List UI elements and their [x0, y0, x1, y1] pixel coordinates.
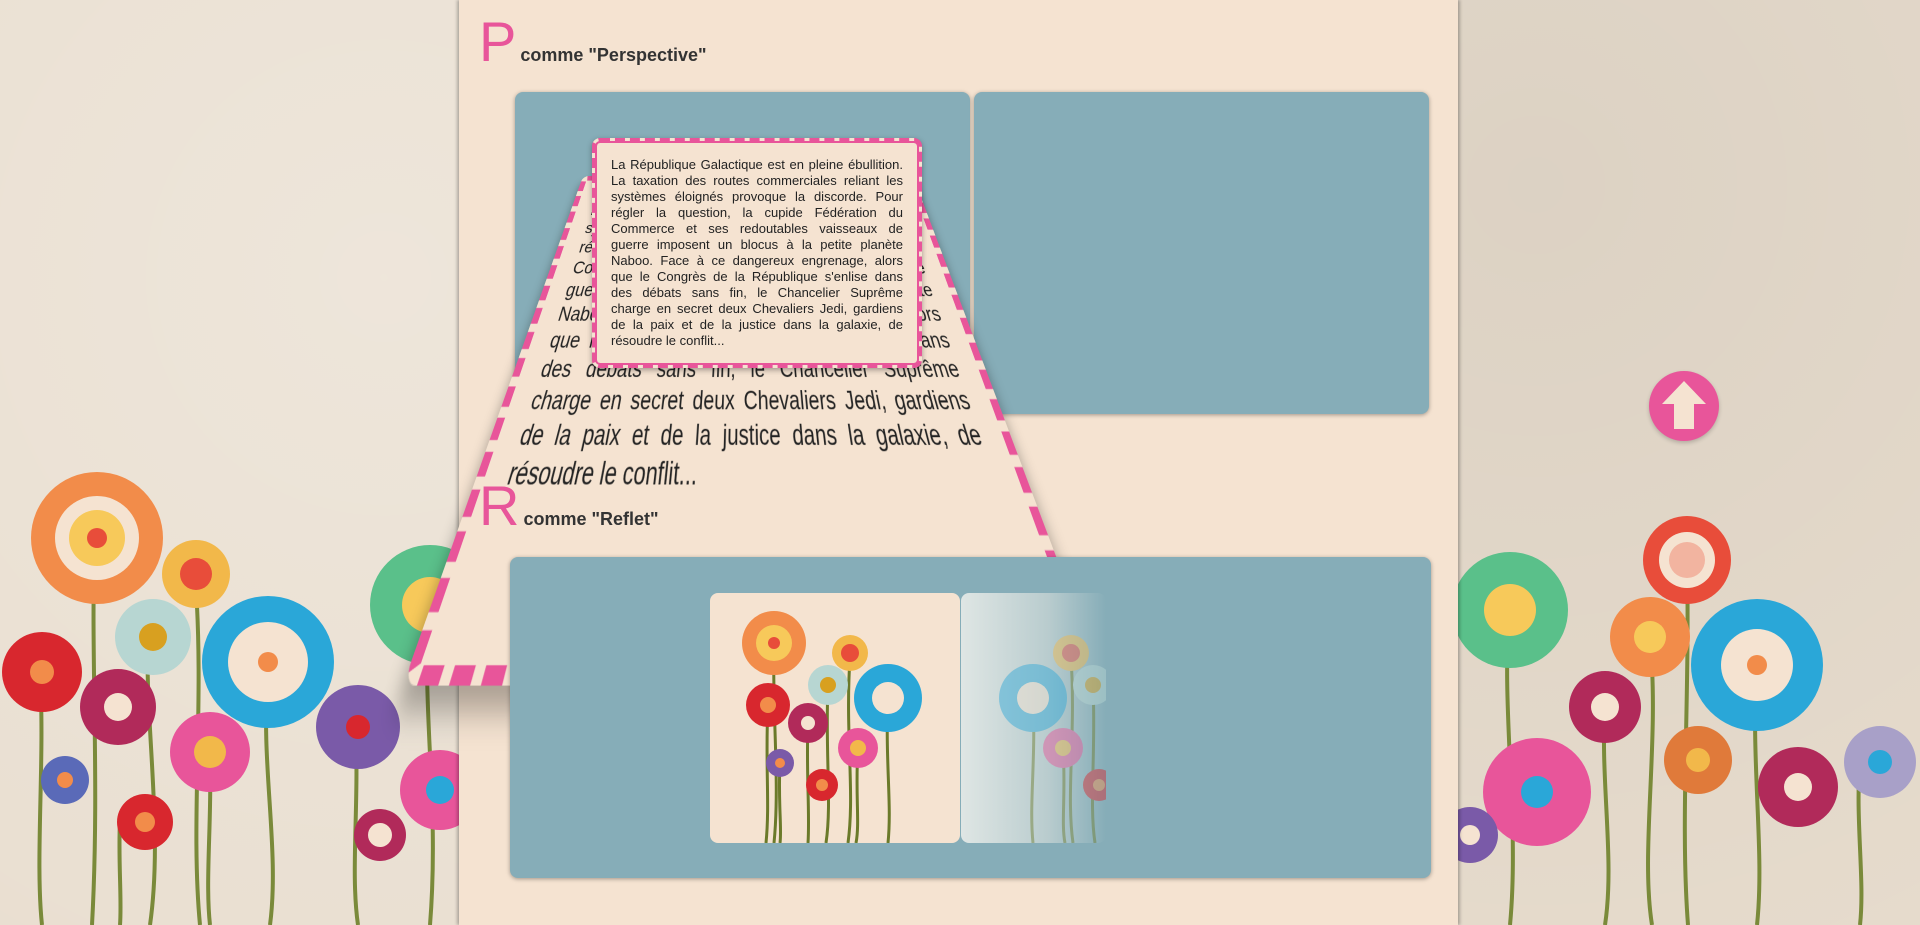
- section-title-text: comme "Reflet": [523, 509, 659, 529]
- flat-card-text: La République Galactique est en pleine é…: [611, 157, 903, 348]
- arrow-up-icon: [1662, 381, 1706, 429]
- section-letter: R: [479, 474, 520, 537]
- section-title-reflet: R comme "Reflet": [479, 478, 659, 534]
- section-letter: P: [479, 10, 517, 73]
- flower-reflection: [961, 593, 1106, 843]
- flat-card[interactable]: La République Galactique est en pleine é…: [592, 138, 922, 368]
- flower-image[interactable]: [710, 593, 960, 843]
- flower-reflection-illustration: [999, 635, 1106, 843]
- flower-illustration: [742, 611, 922, 843]
- section-title-text: comme "Perspective": [520, 45, 707, 65]
- scroll-to-top-button[interactable]: [1649, 371, 1719, 441]
- perspective-panel-right: [974, 92, 1429, 414]
- section-title-perspective: P comme "Perspective": [479, 14, 707, 70]
